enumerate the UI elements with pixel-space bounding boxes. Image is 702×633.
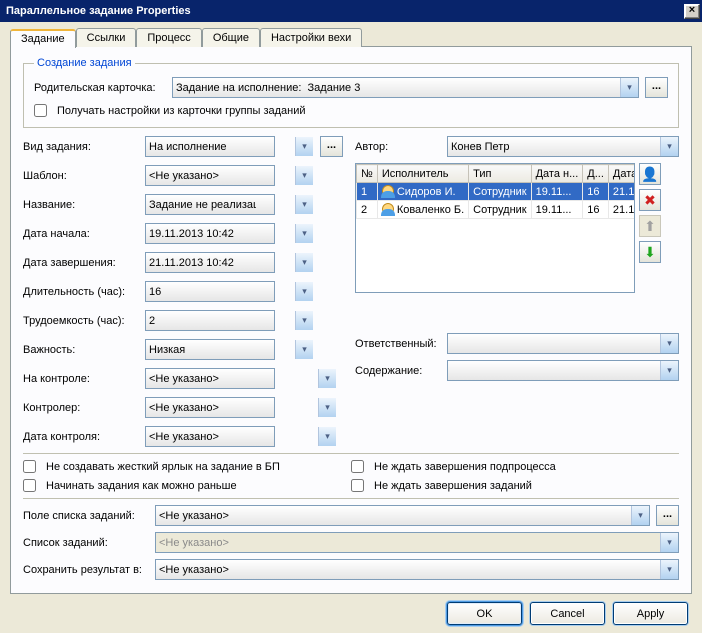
- window-body: Задание Ссылки Процесс Общие Настройки в…: [0, 22, 702, 633]
- ok-button[interactable]: OK: [447, 602, 522, 625]
- tab-general[interactable]: Общие: [202, 28, 260, 47]
- tab-links[interactable]: Ссылки: [76, 28, 137, 47]
- tab-milestone[interactable]: Настройки вехи: [260, 28, 362, 47]
- importance-combo[interactable]: [145, 339, 275, 360]
- apply-button[interactable]: Apply: [613, 602, 688, 625]
- controldate-label: Дата контроля:: [23, 431, 139, 443]
- cb-waitproc[interactable]: [351, 460, 364, 473]
- controller-label: Контролер:: [23, 402, 139, 414]
- move-up-button[interactable]: ⬆: [639, 215, 661, 237]
- template-combo[interactable]: [145, 165, 275, 186]
- responsible-label: Ответственный:: [355, 338, 441, 350]
- type-browse-button[interactable]: ...: [320, 136, 343, 157]
- parent-card-combo[interactable]: [172, 77, 639, 98]
- tasklist-combo: [155, 532, 679, 553]
- content-combo[interactable]: [447, 360, 679, 381]
- effort-input[interactable]: [145, 310, 275, 331]
- effort-label: Трудоемкость (час):: [23, 315, 139, 327]
- listfield-combo[interactable]: [155, 505, 650, 526]
- th-d2[interactable]: Д...: [583, 165, 609, 183]
- inherit-settings-checkbox[interactable]: [34, 104, 47, 117]
- end-date-input[interactable]: [145, 252, 275, 273]
- table-row[interactable]: 1Сидоров И.Сотрудник19.11...1621.11...: [357, 183, 636, 201]
- parent-card-label: Родительская карточка:: [34, 82, 166, 94]
- tabs: Задание Ссылки Процесс Общие Настройки в…: [10, 28, 692, 47]
- author-label: Автор:: [355, 141, 441, 153]
- oncontrol-combo[interactable]: [145, 368, 275, 389]
- start-label: Дата начала:: [23, 228, 139, 240]
- cb-asap[interactable]: [23, 479, 36, 492]
- oncontrol-label: На контроле:: [23, 373, 139, 385]
- cb-hardlink-label: Не создавать жесткий ярлык на задание в …: [46, 461, 280, 473]
- parent-card-browse-button[interactable]: ...: [645, 77, 668, 98]
- name-input[interactable]: [145, 194, 275, 215]
- th-exec[interactable]: Исполнитель: [377, 165, 468, 183]
- controldate-combo[interactable]: [145, 426, 275, 447]
- th-num[interactable]: №: [357, 165, 378, 183]
- listfield-label: Поле списка заданий:: [23, 510, 149, 522]
- name-label: Название:: [23, 199, 139, 211]
- window-title: Параллельное задание Properties: [6, 5, 684, 17]
- table-row[interactable]: 2Коваленко Б.Сотрудник19.11...1621.11...: [357, 201, 636, 219]
- th-type[interactable]: Тип: [469, 165, 531, 183]
- tasklist-label: Список заданий:: [23, 537, 149, 549]
- responsible-combo[interactable]: [447, 333, 679, 354]
- cb-hardlink[interactable]: [23, 460, 36, 473]
- group-create-task: Создание задания Родительская карточка: …: [23, 57, 679, 128]
- cb-waittask[interactable]: [351, 479, 364, 492]
- template-label: Шаблон:: [23, 170, 139, 182]
- cancel-button[interactable]: Cancel: [530, 602, 605, 625]
- duration-label: Длительность (час):: [23, 286, 139, 298]
- tab-panel: Создание задания Родительская карточка: …: [10, 46, 692, 594]
- importance-label: Важность:: [23, 344, 139, 356]
- cb-waittask-label: Не ждать завершения заданий: [374, 480, 532, 492]
- right-column: Автор: № Исполнитель Тип Дата н... Д...: [355, 136, 679, 447]
- cb-waitproc-label: Не ждать завершения подпроцесса: [374, 461, 556, 473]
- close-button[interactable]: ×: [684, 4, 700, 19]
- content-label: Содержание:: [355, 365, 441, 377]
- duration-input[interactable]: [145, 281, 275, 302]
- start-date-input[interactable]: [145, 223, 275, 244]
- th-d3[interactable]: Дата з...: [608, 165, 635, 183]
- cb-asap-label: Начинать задания как можно раньше: [46, 480, 237, 492]
- controller-combo[interactable]: [145, 397, 275, 418]
- saveresult-label: Сохранить результат в:: [23, 564, 149, 576]
- listfield-browse-button[interactable]: ...: [656, 505, 679, 526]
- end-label: Дата завершения:: [23, 257, 139, 269]
- tab-task[interactable]: Задание: [10, 29, 76, 48]
- left-column: Вид задания: ... Шаблон: Название: Дата …: [23, 136, 343, 447]
- th-d1[interactable]: Дата н...: [531, 165, 583, 183]
- executors-table[interactable]: № Исполнитель Тип Дата н... Д... Дата з.…: [355, 163, 635, 293]
- author-combo[interactable]: [447, 136, 679, 157]
- type-label: Вид задания:: [23, 141, 139, 153]
- table-side-buttons: 👤 ✖ ⬆ ⬇: [639, 163, 661, 293]
- titlebar: Параллельное задание Properties ×: [0, 0, 702, 22]
- saveresult-combo[interactable]: [155, 559, 679, 580]
- inherit-settings-label: Получать настройки из карточки группы за…: [57, 105, 306, 117]
- footer-buttons: OK Cancel Apply: [10, 594, 692, 625]
- move-down-button[interactable]: ⬇: [639, 241, 661, 263]
- type-combo[interactable]: [145, 136, 275, 157]
- group-legend: Создание задания: [34, 57, 135, 69]
- delete-executor-button[interactable]: ✖: [639, 189, 661, 211]
- add-executor-button[interactable]: 👤: [639, 163, 661, 185]
- tab-process[interactable]: Процесс: [136, 28, 201, 47]
